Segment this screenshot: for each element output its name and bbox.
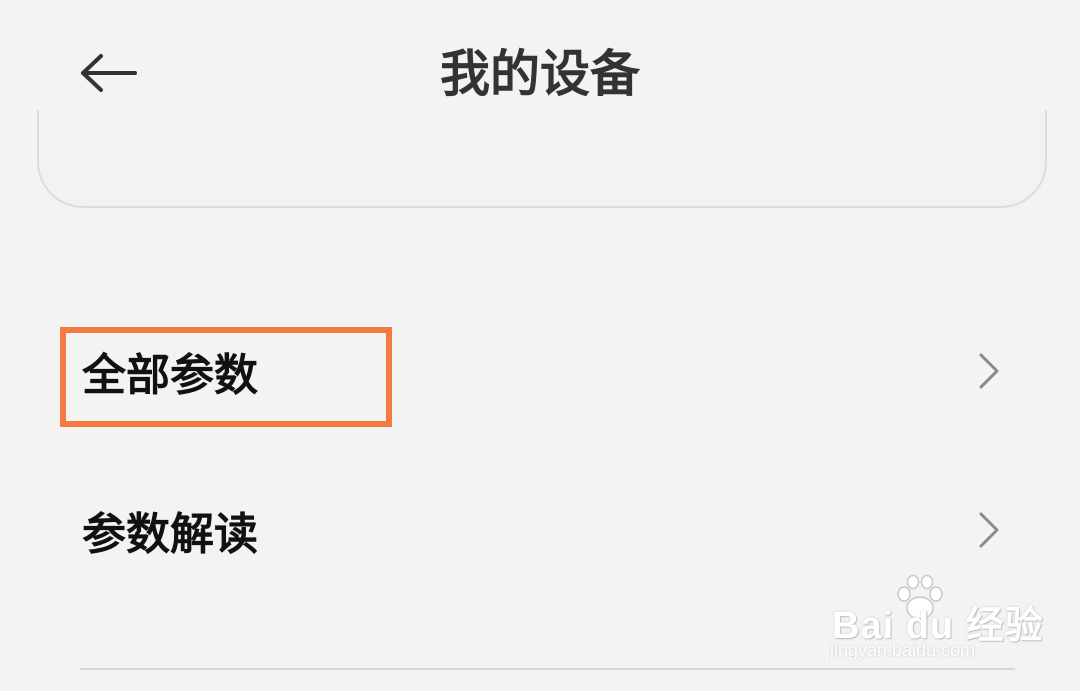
list-item-parameter-interpretation[interactable]: 参数解读 (0, 475, 1080, 585)
baidu-jingyan-watermark: Bai du 经验 jingyan.baidu.com (826, 574, 1043, 666)
page-title: 我的设备 (440, 45, 640, 103)
chevron-right-icon (979, 353, 999, 389)
list-item-all-parameters[interactable]: 全部参数 (0, 316, 1080, 426)
watermark-url: jingyan.baidu.com (830, 640, 976, 660)
list-item-label: 全部参数 (82, 350, 258, 401)
device-info-card[interactable] (37, 110, 1047, 208)
bottom-divider (80, 668, 1015, 670)
list-item-label: 参数解读 (82, 509, 258, 560)
watermark-brand: Bai du 经验 (832, 605, 1044, 647)
chevron-right-icon (979, 512, 999, 548)
